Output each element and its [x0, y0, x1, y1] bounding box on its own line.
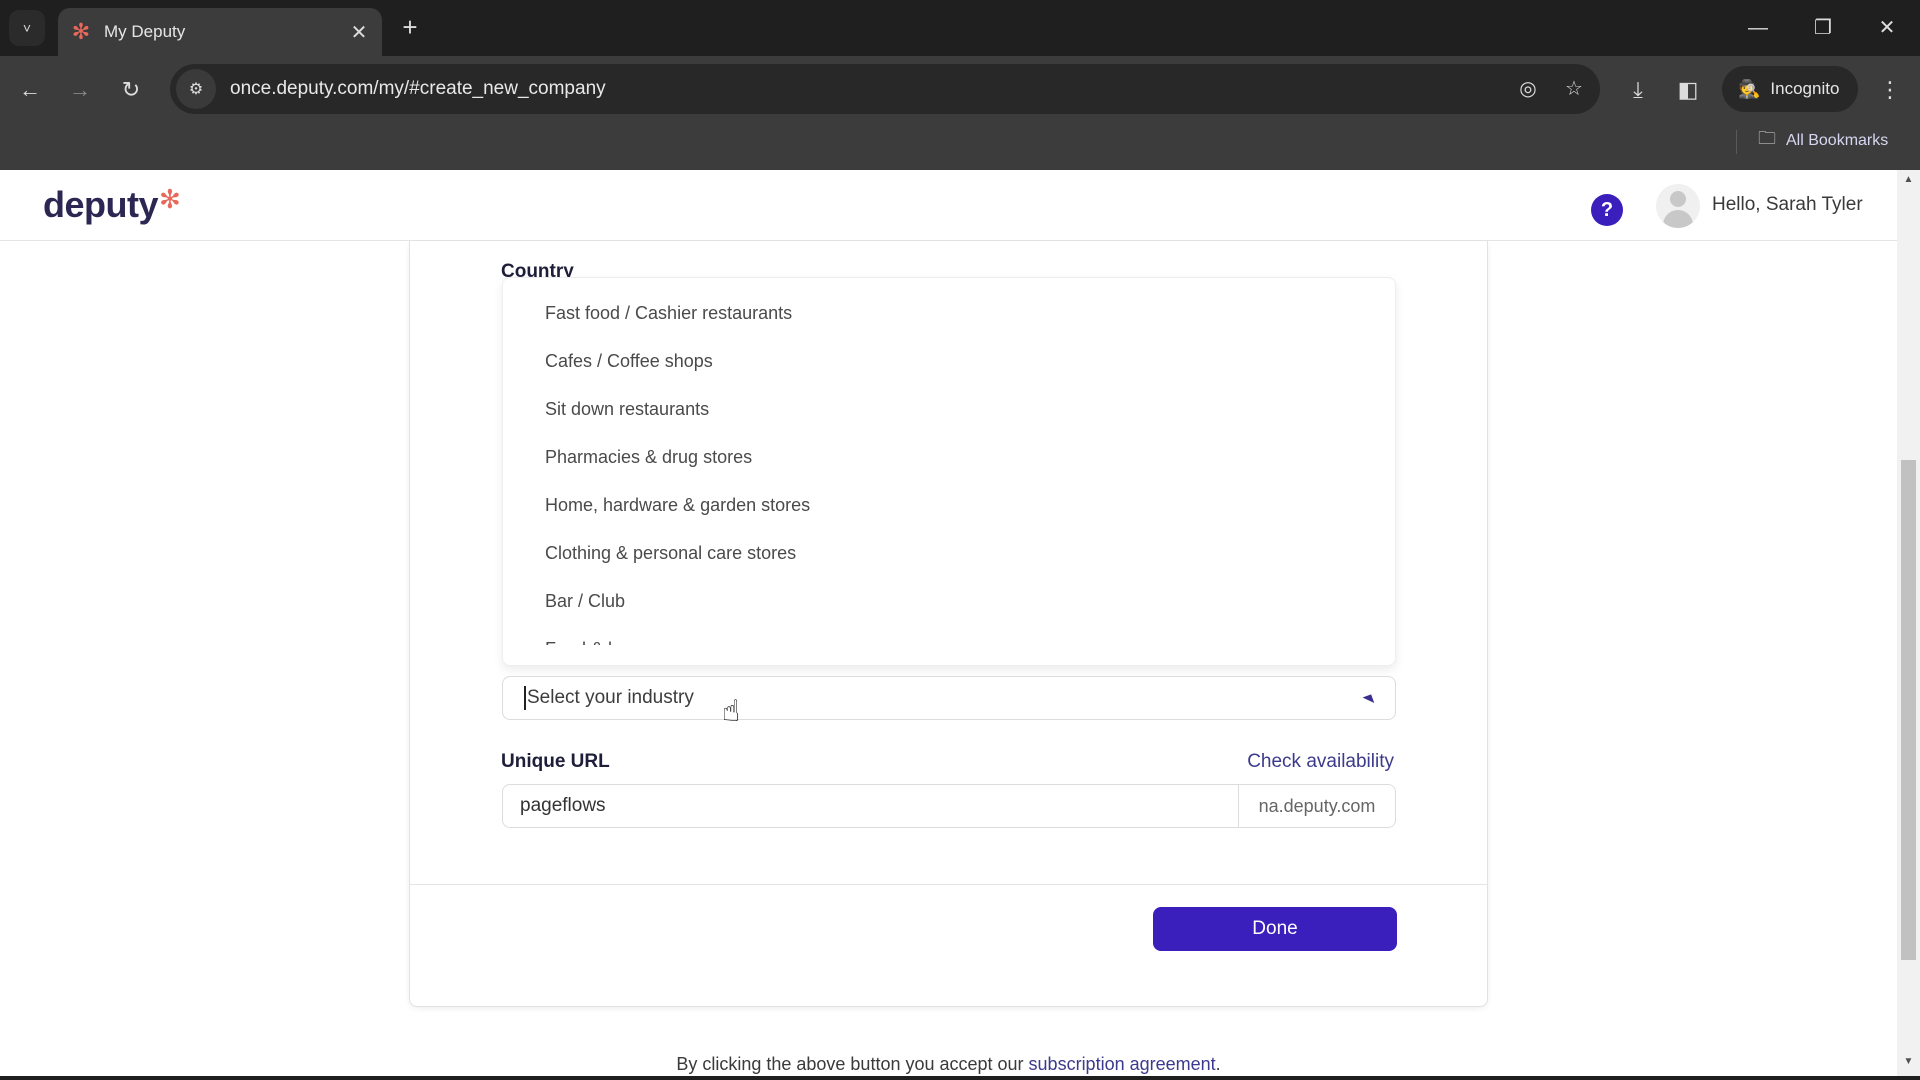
forward-icon[interactable]: → [62, 72, 98, 108]
industry-select[interactable]: Select your industry ◥ [502, 676, 1396, 720]
dropdown-arrow-icon[interactable]: ◥ [1361, 690, 1376, 707]
page-scrollbar[interactable]: ▲ ▼ [1897, 170, 1920, 1076]
url-text[interactable]: once.deputy.com/my/#create_new_company [230, 78, 1508, 100]
chevron-down-icon: ˅ [22, 20, 32, 36]
app-header: deputy✻ ? Hello, Sarah Tyler [0, 170, 1897, 241]
bookmarks-divider [1736, 130, 1737, 154]
browser-tab-bar: ˅ ✻ My Deputy ✕ + — ❐ ✕ [0, 0, 1920, 56]
deputy-favicon-icon: ✻ [71, 19, 91, 44]
help-button[interactable]: ? [1591, 194, 1623, 226]
restore-icon[interactable]: ❐ [1803, 12, 1843, 44]
bookmark-star-icon[interactable]: ☆ [1554, 69, 1594, 109]
card-divider [410, 884, 1487, 885]
subscription-notice-text: By clicking the above button you accept … [676, 1054, 1029, 1074]
industry-option[interactable]: Cafes / Coffee shops [503, 337, 1395, 385]
done-button[interactable]: Done [1153, 907, 1397, 951]
scroll-up-arrow-icon[interactable]: ▲ [1897, 174, 1920, 190]
all-bookmarks-label: All Bookmarks [1786, 132, 1889, 149]
folder-icon: 🗀 [1758, 128, 1776, 148]
tab-title: My Deputy [104, 22, 186, 41]
industry-option[interactable]: Food & beverage [503, 625, 1395, 645]
logo-text: deputy [43, 184, 159, 225]
browser-toolbar: ← → ↻ ⚙ once.deputy.com/my/#create_new_c… [0, 56, 1920, 170]
deputy-logo-icon: ✻ [159, 184, 181, 214]
unique-url-label: Unique URL [501, 751, 610, 772]
avatar-head-shape [1670, 191, 1686, 207]
subscription-notice: By clicking the above button you accept … [0, 1054, 1897, 1075]
industry-placeholder: Select your industry [527, 687, 694, 708]
browser-tab[interactable]: ✻ My Deputy ✕ [58, 8, 382, 56]
eye-off-icon[interactable]: ◎ [1508, 69, 1548, 109]
industry-option[interactable]: Home, hardware & garden stores [503, 481, 1395, 529]
industry-option[interactable]: Bar / Club [503, 577, 1395, 625]
incognito-label: Incognito [1770, 79, 1840, 98]
incognito-badge[interactable]: 🕵 Incognito [1722, 66, 1858, 112]
unique-url-field: na.deputy.com [502, 784, 1396, 828]
scroll-down-arrow-icon[interactable]: ▼ [1897, 1056, 1920, 1072]
industry-option[interactable]: Pharmacies & drug stores [503, 433, 1395, 481]
minimize-icon[interactable]: — [1738, 12, 1778, 44]
back-icon[interactable]: ← [12, 72, 48, 108]
incognito-icon: 🕵 [1738, 78, 1761, 99]
check-availability-link[interactable]: Check availability [1247, 751, 1394, 773]
tab-close-icon[interactable]: ✕ [348, 20, 370, 45]
industry-option[interactable]: Clothing & personal care stores [503, 529, 1395, 577]
subscription-notice-end: . [1215, 1054, 1221, 1074]
user-greeting[interactable]: Hello, Sarah Tyler [1712, 194, 1863, 216]
avatar-body-shape [1663, 210, 1693, 228]
side-panel-icon[interactable]: ◧ [1668, 70, 1708, 110]
subscription-agreement-link[interactable]: subscription agreement [1029, 1054, 1216, 1074]
industry-option[interactable]: Fast food / Cashier restaurants [503, 289, 1395, 337]
avatar[interactable] [1656, 184, 1700, 228]
url-suffix: na.deputy.com [1238, 785, 1395, 827]
site-info-icon[interactable]: ⚙ [176, 69, 216, 109]
address-bar[interactable]: ⚙ once.deputy.com/my/#create_new_company… [170, 64, 1600, 114]
all-bookmarks-button[interactable]: 🗀 All Bookmarks [1758, 126, 1888, 156]
menu-icon[interactable]: ⋮ [1870, 70, 1910, 110]
download-icon[interactable]: ⤓ [1618, 70, 1658, 110]
deputy-logo[interactable]: deputy✻ [43, 184, 181, 226]
window-close-icon[interactable]: ✕ [1867, 12, 1907, 44]
industry-option[interactable]: Sit down restaurants [503, 385, 1395, 433]
create-company-card: Country Fast food / Cashier restaurants … [409, 241, 1488, 1007]
reload-icon[interactable]: ↻ [113, 72, 149, 108]
country-label: Country [501, 261, 574, 277]
industry-dropdown-list[interactable]: Fast food / Cashier restaurants Cafes / … [502, 277, 1396, 666]
unique-url-input[interactable] [503, 785, 1238, 827]
bottom-edge [0, 1076, 1920, 1080]
new-tab-button[interactable]: + [396, 14, 424, 42]
text-caret [524, 686, 526, 710]
tab-search-button[interactable]: ˅ [9, 10, 45, 46]
scrollbar-thumb[interactable] [1901, 460, 1916, 960]
hand-cursor-icon: ☝ [722, 695, 741, 728]
